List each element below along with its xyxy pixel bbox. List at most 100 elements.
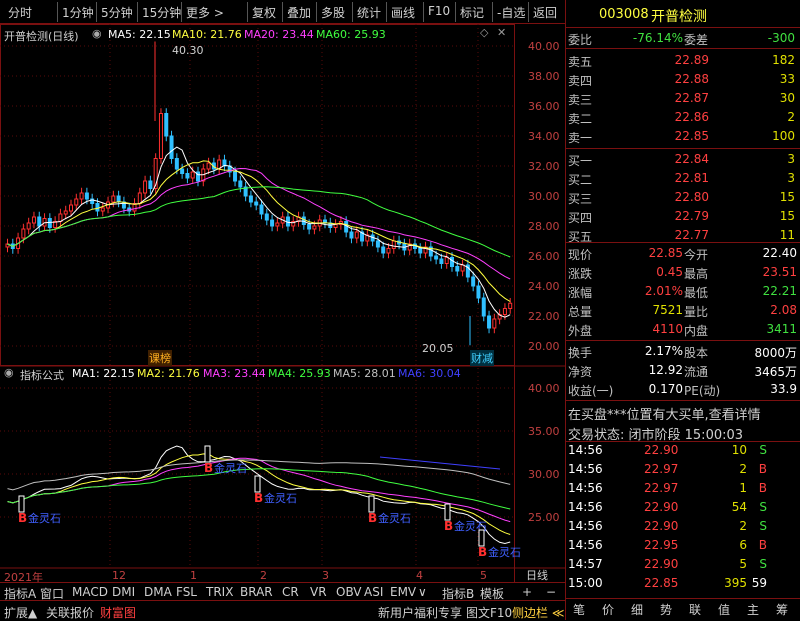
candle-body: [471, 276, 476, 287]
indicator-tab-17[interactable]: −: [546, 585, 556, 599]
indicator-tab-6[interactable]: TRIX: [206, 585, 233, 599]
toolbar-item-10[interactable]: F10: [428, 4, 450, 18]
quote-label: 最高: [684, 267, 709, 281]
close-icon[interactable]: ✕: [497, 26, 506, 39]
buy-level-row[interactable]: 买二 22.81 3: [566, 168, 800, 188]
toolbar-item-1[interactable]: 1分钟: [62, 4, 94, 21]
toolbar-item-0[interactable]: 分时: [8, 4, 32, 21]
ind-ma5: MA5: 28.01: [333, 367, 396, 380]
tick-volume: 1: [739, 481, 747, 495]
indicator-settings-icon[interactable]: ◉: [4, 366, 14, 379]
indicator-tab-5[interactable]: FSL: [176, 585, 197, 599]
f10-button[interactable]: 图文F10: [466, 604, 512, 621]
right-tab-3[interactable]: 势: [660, 601, 672, 618]
tick-volume: 6: [739, 538, 747, 552]
right-tab-0[interactable]: 笔: [573, 601, 585, 618]
diamond-icon[interactable]: ◇: [480, 26, 488, 39]
related-quote-button[interactable]: 关联报价: [46, 604, 94, 621]
indicator-tab-4[interactable]: DMA: [144, 585, 172, 599]
toolbar-item-13[interactable]: 返回: [533, 4, 557, 21]
toolbar-item-3[interactable]: 15分钟: [142, 4, 181, 21]
stats-label: 净资: [568, 365, 593, 379]
toolbar-item-11[interactable]: 标记: [460, 4, 484, 21]
ma-settings-icon[interactable]: ◉: [92, 27, 102, 40]
buy-level-row[interactable]: 买三 22.80 15: [566, 187, 800, 207]
ma20-line: [7, 167, 511, 280]
right-tab-4[interactable]: 联: [689, 601, 701, 618]
indicator-tab-12[interactable]: EMV: [390, 585, 416, 599]
ind-y-tick-label: 40.00: [528, 382, 560, 395]
right-tab-2[interactable]: 细: [631, 601, 643, 618]
buy-level-row[interactable]: 买四 22.79 15: [566, 206, 800, 226]
signal-bar: [444, 503, 451, 521]
indicator-tab-2[interactable]: MACD: [72, 585, 108, 599]
candle-body: [111, 195, 116, 203]
toolbar-item-5[interactable]: 复权: [252, 4, 276, 21]
right-tab-1[interactable]: 价: [602, 601, 614, 618]
signal-marker[interactable]: B 金灵石: [444, 503, 487, 533]
toolbar-item-8[interactable]: 统计: [357, 4, 381, 21]
tick-row: 14:56 22.97 1 B: [566, 478, 800, 498]
period-label[interactable]: 日线: [526, 567, 548, 583]
toolbar-item-4[interactable]: 更多 >: [186, 4, 224, 21]
buy-level-label: 买一: [568, 154, 593, 168]
weibi-row: 委比 -76.14% 委差 -300: [566, 28, 800, 48]
wealth-chart-button[interactable]: 财富图: [100, 604, 136, 621]
signal-marker[interactable]: B 金灵石: [254, 475, 297, 505]
buy-level-row[interactable]: 买一 22.84 3: [566, 149, 800, 169]
sell-level-price: 22.87: [674, 91, 709, 105]
indicator-tab-10[interactable]: OBV: [336, 585, 362, 599]
candle-body: [381, 246, 386, 254]
indicator-tab-16[interactable]: +: [522, 585, 532, 599]
toolbar-item-12[interactable]: -自选: [497, 4, 525, 21]
sell-level-row[interactable]: 卖四 22.88 33: [566, 69, 800, 89]
candle-body: [455, 266, 460, 272]
signal-marker[interactable]: B 金灵石: [18, 495, 61, 525]
notice-row[interactable]: 在买盘***位置有大买单,查看详情: [566, 401, 800, 423]
toolbar-separator: [316, 2, 317, 22]
quote-label: 总量: [568, 305, 593, 319]
right-tab-6[interactable]: 主: [747, 601, 759, 618]
indicator-tab-3[interactable]: DMI: [112, 585, 135, 599]
right-tab-7[interactable]: 筹: [776, 601, 788, 618]
chart-canvas[interactable]: 40.00 38.00 36.00 34.00 32.00 30.00 28.00 26.00…: [0, 24, 565, 582]
signal-b-letter: B: [18, 511, 27, 525]
indicator-tab-7[interactable]: BRAR: [240, 585, 273, 599]
promo-link[interactable]: 新用户福利专享: [378, 604, 462, 621]
stats-value: 0.170: [648, 382, 683, 396]
toolbar-item-7[interactable]: 多股: [321, 4, 345, 21]
candle-body: [434, 255, 439, 260]
sell-level-row[interactable]: 卖五 22.89 182: [566, 50, 800, 70]
right-tab-5[interactable]: 值: [718, 601, 730, 618]
stats-row: 收益(一) 0.170 PE(动) 33.9: [566, 379, 800, 399]
quote-value: 7521: [652, 303, 683, 317]
expand-button[interactable]: 扩展▲: [4, 604, 37, 621]
quote-label: 涨幅: [568, 286, 593, 300]
sell-level-price: 22.85: [674, 129, 709, 143]
y-tick-label: 36.00: [528, 100, 560, 113]
event-badge-right[interactable]: 财减: [470, 350, 494, 366]
indicator-tab-11[interactable]: ASI: [364, 585, 383, 599]
candle-body: [460, 264, 465, 272]
sell-level-row[interactable]: 卖三 22.87 30: [566, 88, 800, 108]
event-badge-left[interactable]: 课榜: [148, 350, 172, 366]
sell-level-row[interactable]: 卖二 22.86 2: [566, 107, 800, 127]
toolbar-item-9[interactable]: 画线: [391, 4, 415, 21]
buy-level-label: 买四: [568, 211, 593, 225]
indicator-tab-8[interactable]: CR: [282, 585, 299, 599]
stats-row: 换手 2.17% 股本 8000万: [566, 341, 800, 361]
tick-price: 22.90: [644, 500, 679, 514]
indicator-tab-13[interactable]: ∨: [418, 585, 427, 599]
x-axis-label: 1: [190, 569, 197, 582]
quote-row: 现价 22.85 今开 22.40: [566, 243, 800, 263]
toolbar-item-2[interactable]: 5分钟: [101, 4, 133, 21]
weibi-label: 委比: [568, 33, 593, 47]
sidebar-toggle[interactable]: 侧边栏 ≪: [512, 604, 564, 621]
candle-body: [63, 210, 68, 215]
signal-marker[interactable]: B 金灵石: [368, 495, 411, 525]
indicator-tab-9[interactable]: VR: [310, 585, 327, 599]
candle-body: [476, 285, 481, 299]
buy-level-price: 22.77: [674, 228, 709, 242]
sell-level-row[interactable]: 卖一 22.85 100: [566, 126, 800, 146]
toolbar-item-6[interactable]: 叠加: [287, 4, 311, 21]
